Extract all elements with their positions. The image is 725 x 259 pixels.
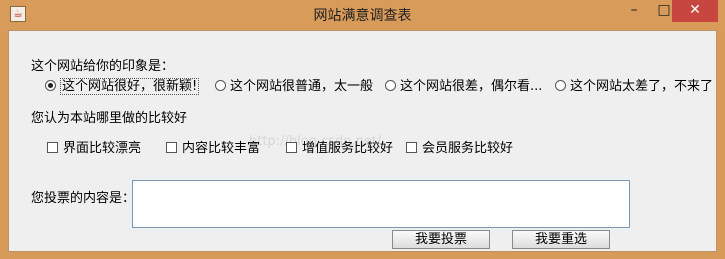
checkbox-content[interactable]: 内容比较丰富 bbox=[166, 137, 260, 156]
checkbox-icon[interactable] bbox=[166, 142, 177, 153]
impression-label: 这个网站给你的印象是： bbox=[31, 59, 175, 74]
checkbox-icon[interactable] bbox=[47, 142, 58, 153]
impression-option-4[interactable]: 这个网站太差了，不来了 bbox=[555, 75, 713, 95]
vote-label: 您投票的内容是： bbox=[31, 191, 136, 206]
checkbox-value-added[interactable]: 增值服务比较好 bbox=[286, 137, 393, 156]
vote-button[interactable]: 我要投票 bbox=[392, 230, 490, 249]
window-title: 网站满意调查表 bbox=[313, 8, 412, 24]
impression-option-2[interactable]: 这个网站很普通，太一般 bbox=[215, 75, 373, 95]
impression-option-3[interactable]: 这个网站很差，偶尔看... bbox=[385, 75, 542, 95]
reset-button[interactable]: 我要重选 bbox=[512, 230, 610, 249]
close-button[interactable]: ✕ bbox=[672, 0, 718, 22]
checkbox-icon[interactable] bbox=[286, 142, 297, 153]
radio-icon[interactable] bbox=[555, 80, 566, 91]
minimize-button[interactable]: – bbox=[618, 0, 650, 22]
checkbox-member[interactable]: 会员服务比较好 bbox=[406, 137, 513, 156]
checkbox-icon[interactable] bbox=[406, 142, 417, 153]
highlights-label: 您认为本站哪里做的比较好 bbox=[31, 111, 188, 126]
radio-icon[interactable] bbox=[385, 80, 396, 91]
vote-content-textarea[interactable] bbox=[132, 180, 630, 228]
radio-selected-icon[interactable] bbox=[45, 80, 56, 91]
radio-icon[interactable] bbox=[215, 80, 226, 91]
survey-panel: 这个网站给你的印象是： 这个网站很好，很新颖! 这个网站很普通，太一般 这个网站… bbox=[8, 30, 717, 252]
checkbox-interface[interactable]: 界面比较漂亮 bbox=[47, 137, 141, 156]
title-bar: ☕ 网站满意调查表 – □ ✕ bbox=[0, 0, 725, 30]
impression-option-1[interactable]: 这个网站很好，很新颖! bbox=[45, 75, 200, 95]
